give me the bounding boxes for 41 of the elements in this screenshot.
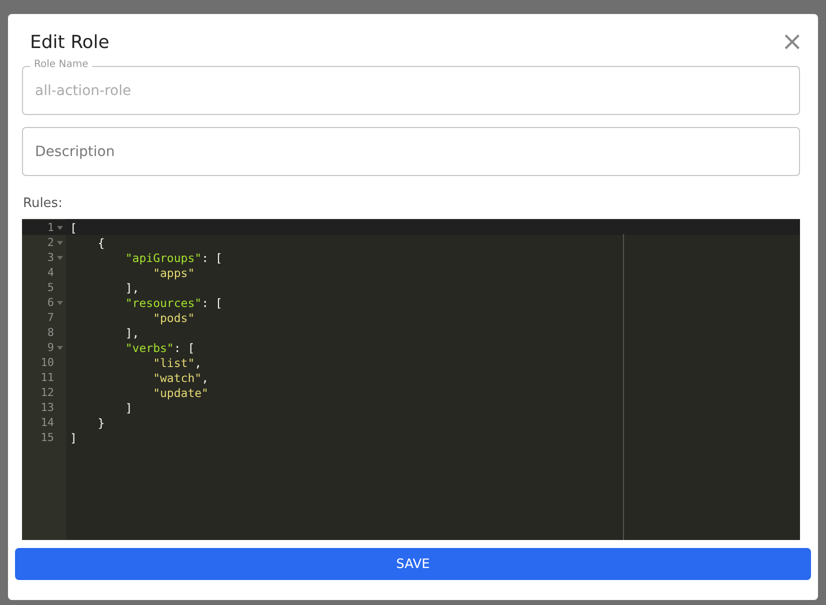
- code-line: ]: [124, 400, 132, 414]
- code-line: ],: [124, 326, 140, 340]
- line-number: 15: [40, 431, 54, 444]
- fold-icon[interactable]: [57, 346, 63, 350]
- line-number: 12: [40, 386, 54, 399]
- line-number: 13: [40, 401, 54, 414]
- line-number: 3: [47, 251, 54, 264]
- code-line: "update": [152, 386, 208, 400]
- text-field[interactable]: Description: [22, 127, 800, 176]
- fold-icon[interactable]: [57, 300, 63, 304]
- line-number: 7: [47, 311, 54, 324]
- code-line: {: [96, 236, 105, 250]
- code-line: "pods": [152, 310, 195, 324]
- code-line: "apps": [152, 266, 195, 280]
- line-number: 1: [47, 221, 54, 234]
- fold-icon[interactable]: [57, 256, 63, 260]
- line-number: 9: [47, 341, 54, 354]
- code-line: ],: [124, 280, 140, 294]
- line-number: 5: [47, 281, 54, 294]
- code-line: ]: [70, 430, 77, 444]
- code-line: "apiGroups": [: [124, 250, 222, 264]
- line-number: 8: [47, 326, 54, 339]
- code-line: "verbs": [: [124, 340, 195, 354]
- line-number: 2: [47, 236, 54, 249]
- code-line: "list",: [152, 356, 202, 370]
- close-button[interactable]: ×: [781, 29, 803, 55]
- code-line: [: [70, 220, 77, 234]
- save-button[interactable]: SAVE: [15, 548, 811, 580]
- code-line: "watch",: [152, 370, 208, 384]
- line-number: 11: [40, 371, 54, 384]
- code-editor[interactable]: 1 2 3 4 5 6 7 8 9 10 11 12 13 14 15 [ { "apiGroups": [ "apps" ], "resources": [ "pods" ], "verbs": [ "list", "watch", "update" ] } ]: [22, 219, 800, 540]
- code-line: "resources": [: [124, 296, 222, 310]
- line-number: 10: [40, 356, 54, 369]
- code-line: }: [96, 416, 105, 430]
- line-number: 4: [47, 266, 54, 279]
- dialog-title: Edit Role: [30, 32, 110, 52]
- line-number: 14: [40, 416, 54, 429]
- fold-icon[interactable]: [57, 240, 63, 244]
- field-label: Role Name: [30, 59, 92, 70]
- rules-label: Rules:: [23, 196, 64, 211]
- line-number: 6: [47, 296, 54, 309]
